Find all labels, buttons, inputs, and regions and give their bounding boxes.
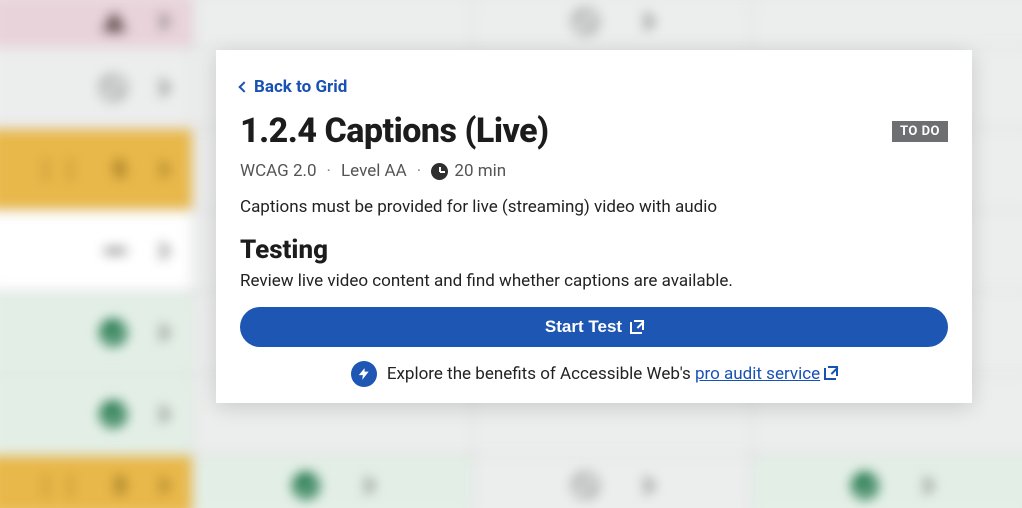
external-link-icon bbox=[630, 321, 643, 334]
status-badge: TO DO bbox=[892, 121, 948, 142]
external-link-icon bbox=[824, 367, 837, 380]
promo-text: Explore the benefits of Accessible Web's… bbox=[387, 364, 837, 384]
meta-separator: · bbox=[327, 161, 331, 181]
criterion-description: Captions must be provided for live (stre… bbox=[240, 197, 948, 217]
testing-heading: Testing bbox=[240, 235, 948, 265]
criterion-panel: Back to Grid 1.2.4 Captions (Live) TO DO… bbox=[216, 50, 972, 403]
meta-time: 20 min bbox=[431, 161, 506, 181]
testing-text: Review live video content and find wheth… bbox=[240, 271, 948, 291]
start-test-button[interactable]: Start Test bbox=[240, 307, 948, 347]
meta-separator: · bbox=[417, 161, 421, 181]
bolt-icon bbox=[351, 361, 377, 387]
start-test-label: Start Test bbox=[545, 317, 622, 337]
pro-audit-link[interactable]: pro audit service bbox=[695, 364, 820, 384]
promo-row: Explore the benefits of Accessible Web's… bbox=[240, 361, 948, 387]
clock-icon bbox=[431, 163, 448, 180]
meta-wcag-version: WCAG 2.0 bbox=[240, 161, 317, 181]
chevron-left-icon bbox=[238, 81, 249, 92]
back-to-grid-link[interactable]: Back to Grid bbox=[240, 77, 347, 97]
meta-level: Level AA bbox=[341, 161, 407, 181]
criterion-meta: WCAG 2.0 · Level AA · 20 min bbox=[240, 161, 948, 181]
back-link-label: Back to Grid bbox=[254, 77, 347, 97]
criterion-title: 1.2.4 Captions (Live) bbox=[240, 111, 549, 151]
